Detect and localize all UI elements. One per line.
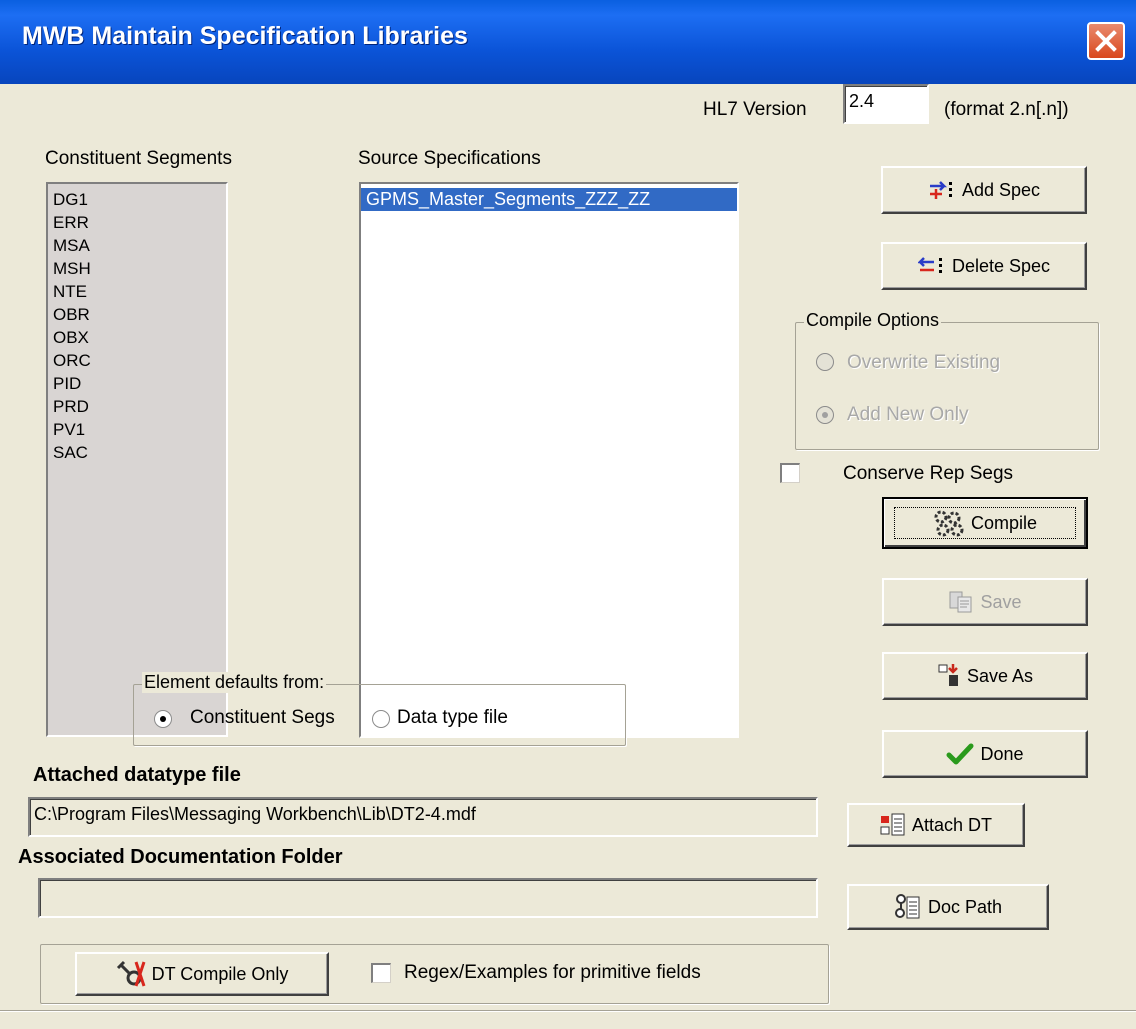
window-title: MWB Maintain Specification Libraries (22, 22, 468, 50)
element-defaults-label: Element defaults from: (142, 672, 327, 693)
title-bar: MWB Maintain Specification Libraries (0, 0, 1136, 84)
constituent-segment-item[interactable]: SAC (48, 441, 226, 464)
save-button[interactable]: Save (882, 578, 1088, 626)
constituent-segment-item[interactable]: PV1 (48, 418, 226, 441)
regex-examples-checkbox[interactable] (371, 963, 391, 983)
constituent-segment-item[interactable]: MSH (48, 257, 226, 280)
regex-examples-label: Regex/Examples for primitive fields (404, 962, 701, 983)
add-spec-label: Add Spec (961, 179, 1041, 200)
constituent-segments-label: Constituent Segments (45, 148, 232, 169)
constituent-segment-item[interactable]: PID (48, 372, 226, 395)
hl7-version-input[interactable]: 2.4 (843, 84, 929, 124)
save-icon (948, 590, 974, 614)
attached-datatype-field[interactable]: C:\Program Files\Messaging Workbench\Lib… (28, 797, 818, 837)
dialog-window: MWB Maintain Specification Libraries HL7… (0, 0, 1136, 1028)
delete-spec-label: Delete Spec (951, 255, 1051, 276)
conserve-rep-segs-checkbox[interactable] (780, 463, 800, 483)
constituent-segments-list[interactable]: DG1 ERR MSA MSH NTE OBR OBX ORC PID PRD PV1 SAC (46, 182, 228, 737)
doc-folder-field[interactable] (38, 878, 818, 918)
element-defaults-group: Element defaults from: Constituent Segs … (133, 672, 626, 746)
save-label: Save (980, 591, 1022, 612)
add-new-only-radio[interactable] (816, 406, 834, 424)
attach-dt-label: Attach DT (911, 814, 993, 835)
source-specifications-list[interactable]: GPMS_Master_Segments_ZZZ_ZZ (359, 182, 739, 738)
hl7-format-hint: (format 2.n[.n]) (944, 99, 1069, 120)
constituent-segment-item[interactable]: ORC (48, 349, 226, 372)
checkmark-icon (946, 742, 974, 766)
close-icon (1095, 30, 1117, 52)
attached-datatype-label: Attached datatype file (33, 764, 241, 786)
constituent-segment-item[interactable]: DG1 (48, 188, 226, 211)
constituent-segment-item[interactable]: OBR (48, 303, 226, 326)
dt-compile-only-label: DT Compile Only (151, 963, 289, 984)
bottom-options-group: DT Compile Only Regex/Examples for primi… (40, 944, 829, 1004)
delete-spec-button[interactable]: Delete Spec (881, 242, 1087, 290)
add-new-only-label: Add New Only (847, 404, 969, 425)
doc-path-button[interactable]: Doc Path (847, 884, 1049, 930)
attach-dt-button[interactable]: Attach DT (847, 803, 1025, 847)
data-type-file-radio[interactable] (372, 710, 390, 728)
save-as-icon (937, 663, 961, 689)
source-specification-item[interactable]: GPMS_Master_Segments_ZZZ_ZZ (361, 188, 737, 211)
constituent-segs-label: Constituent Segs (190, 707, 335, 728)
source-specifications-label: Source Specifications (358, 148, 541, 169)
dt-compile-only-button[interactable]: DT Compile Only (75, 952, 329, 996)
constituent-segment-item[interactable]: NTE (48, 280, 226, 303)
done-button[interactable]: Done (882, 730, 1088, 778)
overwrite-existing-radio[interactable] (816, 353, 834, 371)
status-bar (0, 1010, 1136, 1029)
data-type-file-label: Data type file (397, 707, 508, 728)
doc-path-icon (894, 893, 922, 921)
conserve-rep-segs-label: Conserve Rep Segs (843, 463, 1014, 484)
add-spec-button[interactable]: Add Spec (881, 166, 1087, 214)
doc-path-label: Doc Path (927, 896, 1003, 917)
doc-folder-label: Associated Documentation Folder (18, 846, 343, 868)
compile-options-group: Compile Options Overwrite Existing Add N… (795, 310, 1099, 450)
constituent-segment-item[interactable]: OBX (48, 326, 226, 349)
done-label: Done (980, 743, 1024, 764)
save-as-label: Save As (966, 665, 1034, 686)
attach-dt-icon (880, 812, 906, 838)
delete-spec-icon (917, 255, 946, 277)
hl7-version-label: HL7 Version (703, 99, 807, 120)
constituent-segment-item[interactable]: MSA (48, 234, 226, 257)
close-button[interactable] (1087, 22, 1125, 60)
compile-options-label: Compile Options (804, 310, 942, 331)
constituent-segs-radio[interactable] (154, 710, 172, 728)
constituent-segment-item[interactable]: PRD (48, 395, 226, 418)
overwrite-existing-label: Overwrite Existing (847, 352, 1001, 373)
dt-compile-icon (116, 960, 146, 988)
constituent-segment-item[interactable]: ERR (48, 211, 226, 234)
compile-button[interactable]: Compile (882, 497, 1088, 549)
add-spec-icon (928, 179, 956, 201)
save-as-button[interactable]: Save As (882, 652, 1088, 700)
